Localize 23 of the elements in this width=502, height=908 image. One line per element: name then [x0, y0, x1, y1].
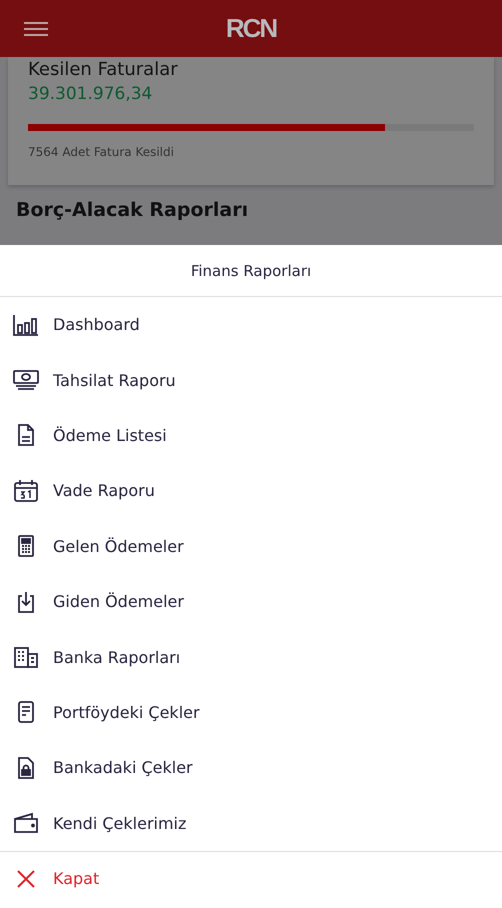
sheet-title: Finans Raporları — [0, 245, 502, 297]
wallet-icon — [12, 811, 40, 836]
bar-chart-icon — [12, 312, 40, 337]
banknote-icon — [12, 368, 40, 392]
menu-item[interactable]: Gelen Ödemeler — [0, 518, 502, 574]
menu-item[interactable]: Portföydeki Çekler — [0, 684, 502, 740]
menu-item[interactable]: Kendi Çeklerimiz — [0, 796, 502, 851]
menu-item[interactable]: Tahsilat Raporu — [0, 352, 502, 408]
menu-item[interactable]: Banka Raporları — [0, 629, 502, 685]
logo: RCN — [226, 13, 276, 44]
amount-value: 39.301.976,34 — [28, 84, 154, 104]
menu-item[interactable]: Vade Raporu — [0, 463, 502, 519]
menu-item[interactable]: Bankadaki Çekler — [0, 740, 502, 796]
menu-item[interactable]: Ödeme Listesi — [0, 408, 502, 464]
card-caption: 7564 Adet Fatura Kesildi — [28, 145, 175, 159]
calendar-icon — [12, 478, 40, 503]
menu-item[interactable]: Dashboard — [0, 297, 502, 352]
menu-icon[interactable] — [24, 20, 48, 36]
section-title: Borç-Alacak Raporları — [16, 199, 250, 221]
card-title: Kesilen Faturalar — [28, 59, 179, 80]
menu-item[interactable]: Giden Ödemeler — [0, 574, 502, 630]
buildings-icon — [12, 645, 40, 670]
close-menu-item[interactable]: Kapat — [0, 850, 502, 906]
